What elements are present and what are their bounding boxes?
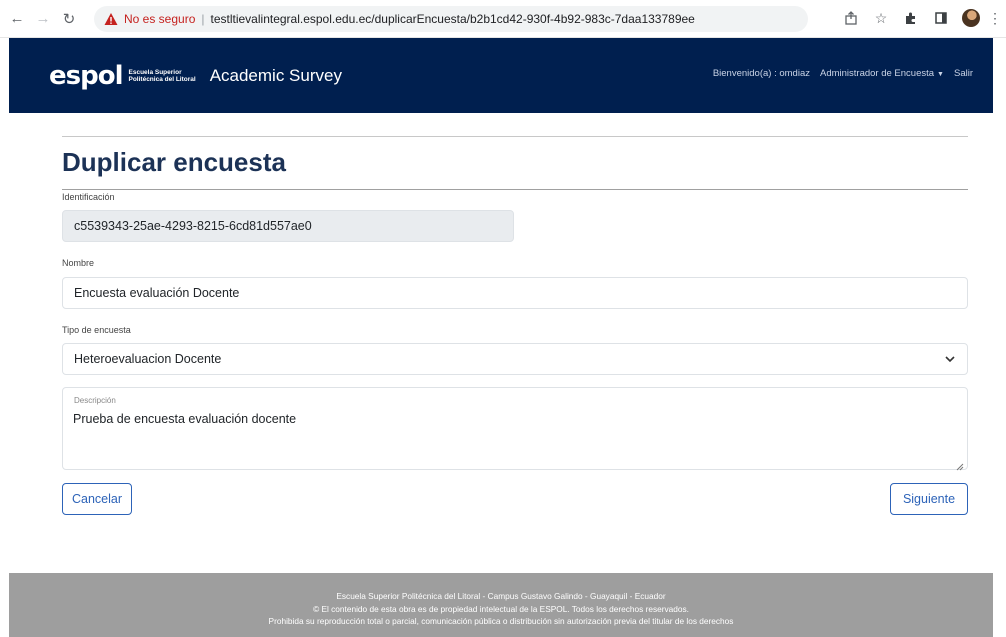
extensions-puzzle-icon[interactable] — [902, 9, 920, 27]
role-dropdown-label: Administrador de Encuesta — [819, 68, 935, 79]
caret-down-icon: ▼ — [937, 71, 944, 78]
chevron-down-icon — [943, 352, 957, 366]
url-separator: | — [201, 12, 205, 26]
footer-line-3: Prohibida su reproducción total o parcia… — [268, 616, 734, 626]
logout-link[interactable]: Salir — [954, 68, 973, 79]
logo-subtitle-line1: Escuela Superior — [128, 68, 182, 76]
user-nav: Bienvenido(a) : omdiaz Administrador de … — [713, 68, 973, 79]
share-icon[interactable] — [842, 9, 860, 27]
cancel-button[interactable]: Cancelar — [62, 483, 132, 515]
side-panel-icon[interactable] — [932, 9, 950, 27]
kebab-menu-icon[interactable]: ⋮ — [988, 9, 1002, 27]
tipo-select[interactable]: Heteroevaluacion Docente — [62, 343, 968, 375]
forward-arrow-icon[interactable]: → — [32, 8, 54, 30]
app-brand[interactable]: Academic Survey — [210, 66, 342, 86]
browser-toolbar: ← → ↻ No es seguro | testltievalintegral… — [0, 0, 1006, 38]
reload-icon[interactable]: ↻ — [58, 8, 80, 30]
page-title: Duplicar encuesta — [62, 147, 286, 177]
descripcion-value: Prueba de encuesta evaluación docente — [73, 412, 297, 426]
espol-logo[interactable]: espol Escuela Superior Politécnica del L… — [49, 61, 196, 91]
footer-line-2: © El contenido de esta obra es de propie… — [313, 603, 689, 614]
descripcion-label: Descripción — [74, 396, 116, 405]
page-footer: Escuela Superior Politécnica del Litoral… — [9, 573, 993, 637]
resize-handle-icon[interactable] — [956, 458, 964, 471]
footer-line-1: Escuela Superior Politécnica del Litoral… — [336, 591, 666, 601]
descripcion-textarea[interactable]: Descripción Prueba de encuesta evaluació… — [62, 387, 968, 471]
main-content: Duplicar encuesta Identificación c553934… — [62, 136, 968, 515]
logo-subtitle-line2: Politécnica del Litoral — [128, 75, 196, 83]
tipo-select-value: Heteroevaluacion Docente — [74, 352, 222, 366]
identificacion-field: c5539343-25ae-4293-8215-6cd81d557ae0 — [62, 210, 514, 242]
back-arrow-icon[interactable]: ← — [6, 8, 28, 30]
profile-avatar[interactable] — [962, 9, 980, 27]
app-header: espol Escuela Superior Politécnica del L… — [9, 38, 993, 113]
nombre-label: Nombre — [62, 258, 95, 268]
next-button[interactable]: Siguiente — [890, 483, 968, 515]
bookmark-star-icon[interactable]: ☆ — [872, 9, 890, 27]
welcome-text: Bienvenido(a) : omdiaz — [712, 68, 810, 79]
divider-bottom — [62, 189, 968, 190]
url-text[interactable]: testltievalintegral.espol.edu.ec/duplica… — [211, 12, 695, 26]
divider-top — [62, 136, 968, 137]
logo-wordmark: espol — [49, 60, 123, 91]
security-status[interactable]: No es seguro — [124, 12, 195, 26]
address-bar[interactable]: No es seguro | testltievalintegral.espol… — [94, 6, 808, 32]
logo-subtitle: Escuela Superior Politécnica del Litoral — [129, 69, 196, 83]
role-dropdown[interactable]: Administrador de Encuesta ▼ — [820, 68, 944, 79]
identificacion-label: Identificación — [62, 192, 115, 202]
warning-triangle-icon — [104, 12, 118, 26]
nombre-input[interactable]: Encuesta evaluación Docente — [62, 277, 968, 309]
tipo-label: Tipo de encuesta — [62, 325, 131, 335]
